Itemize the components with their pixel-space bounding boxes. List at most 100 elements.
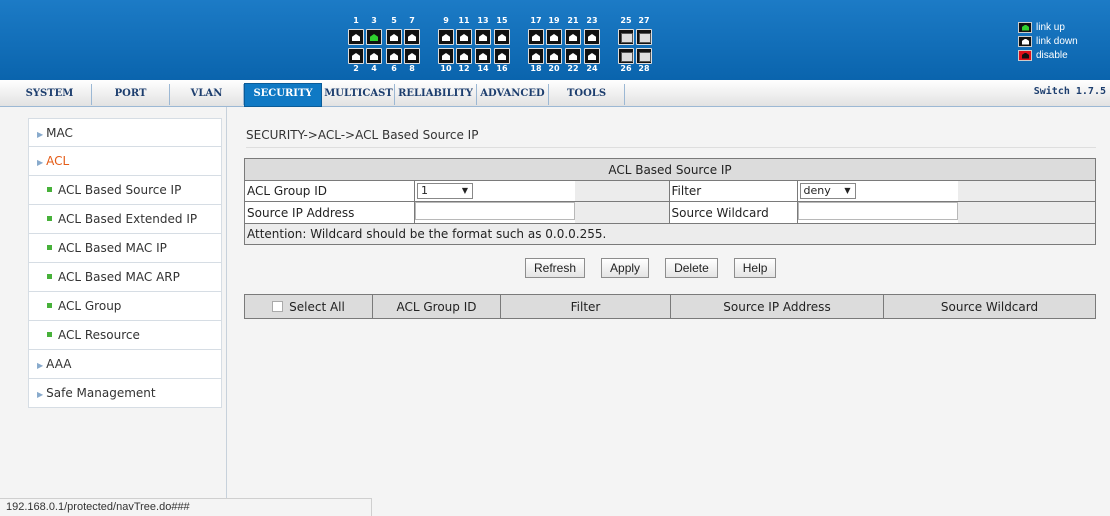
port-number-label: 19 [548,16,560,25]
disable-icon [1018,49,1032,61]
apply-button[interactable]: Apply [601,258,650,278]
port-18-icon[interactable] [528,48,544,64]
source-wildcard-input[interactable] [797,202,958,220]
port-1-icon[interactable] [348,29,364,45]
filler-cell [957,201,1096,224]
port-11-icon[interactable] [456,29,472,45]
port-8-icon[interactable] [404,48,420,64]
port-16-icon[interactable] [494,48,510,64]
port-4-icon[interactable] [366,48,382,64]
port-number-label: 13 [477,16,489,25]
port-13-icon[interactable] [475,29,491,45]
port-22-icon[interactable] [565,48,581,64]
port-number-label: 25 [620,16,632,25]
port-20-icon[interactable] [546,48,562,64]
tab-multicast[interactable]: MULTICAST [323,84,395,105]
bullet-icon [47,187,52,192]
top-nav: SYSTEM PORT VLAN SECURITY MULTICAST RELI… [0,80,1110,107]
chevron-right-icon: ▶ [37,158,44,167]
legend-disable: disable [1018,48,1078,62]
sidebar-item-label: AAA [46,357,72,371]
port-10-icon[interactable] [438,48,454,64]
select-all-checkbox[interactable] [272,300,284,312]
filter-select[interactable]: deny ▼ [799,183,856,199]
port-6-icon[interactable] [386,48,402,64]
tab-advanced[interactable]: ADVANCED [477,84,549,105]
help-button[interactable]: Help [733,258,777,278]
column-header: ACL Group ID [372,294,501,319]
sidebar-item-acl-based-extended-ip[interactable]: ACL Based Extended IP [28,205,222,234]
header-banner: 1 3 5 7 9 11 13 15 17 19 21 23 25 27 2 4 6 8 10 12 14 16 18 20 2… [0,0,1110,80]
table-header-row: Select All ACL Group ID Filter Source IP… [244,294,1096,319]
port-15-icon[interactable] [494,29,510,45]
port-9-icon[interactable] [438,29,454,45]
port-19-icon[interactable] [546,29,562,45]
sidebar-item-label: ACL Resource [58,328,140,342]
source-wildcard-label: Source Wildcard [668,201,798,224]
chevron-right-icon: ▶ [37,390,44,399]
sidebar-item-acl-based-mac-ip[interactable]: ACL Based MAC IP [28,234,222,263]
sidebar-item-acl-group[interactable]: ACL Group [28,292,222,321]
tab-security[interactable]: SECURITY [244,83,322,107]
link-down-icon [1018,35,1032,47]
form-title: ACL Based Source IP [244,158,1096,181]
legend-link-down: link down [1018,34,1078,48]
link-up-icon [1018,21,1032,33]
port-number-label: 15 [496,16,508,25]
acl-list-table: Select All ACL Group ID Filter Source IP… [244,294,1096,319]
port-3-icon[interactable] [366,29,382,45]
port-number-label: 9 [443,16,449,25]
legend-link-up: link up [1018,20,1078,34]
port-number-label: 10 [440,64,452,73]
port-2-icon[interactable] [348,48,364,64]
sidebar-item-label: ACL Based Extended IP [58,212,198,226]
sidebar-item-label: ACL Based Source IP [58,183,182,197]
acl-group-id-select[interactable]: 1 ▼ [417,183,473,199]
sidebar-item-acl-based-source-ip[interactable]: ACL Based Source IP [28,176,222,205]
tab-tools[interactable]: TOOLS [549,84,625,105]
port-27-icon[interactable] [636,29,652,45]
port-legend: link up link down disable [1018,20,1078,62]
tab-reliability[interactable]: RELIABILITY [395,84,477,105]
port-number-label: 27 [638,16,650,25]
port-26-icon[interactable] [618,48,634,64]
sidebar-item-safe-management[interactable]: ▶ Safe Management [28,379,222,408]
port-23-icon[interactable] [584,29,600,45]
delete-button[interactable]: Delete [665,258,718,278]
chevron-right-icon: ▶ [37,130,44,139]
port-7-icon[interactable] [404,29,420,45]
sidebar-item-mac[interactable]: ▶ MAC [28,118,222,147]
bullet-icon [47,332,52,337]
port-25-icon[interactable] [618,29,634,45]
filter-value: deny [803,184,831,197]
tab-vlan[interactable]: VLAN [170,84,244,105]
source-ip-input[interactable] [415,202,575,220]
port-24-icon[interactable] [584,48,600,64]
chevron-right-icon: ▶ [37,361,44,370]
chevron-down-icon: ▼ [461,186,468,195]
port-17-icon[interactable] [528,29,544,45]
port-12-icon[interactable] [456,48,472,64]
sidebar-item-acl[interactable]: ▶ ACL [28,147,222,176]
sidebar-item-acl-resource[interactable]: ACL Resource [28,321,222,350]
tab-system[interactable]: SYSTEM [8,84,92,105]
port-number-label: 17 [530,16,542,25]
port-number-label: 1 [353,16,359,25]
bullet-icon [47,274,52,279]
select-all-header[interactable]: Select All [244,294,373,319]
breadcrumb-divider [246,147,1096,148]
port-21-icon[interactable] [565,29,581,45]
source-ip-cell [414,201,575,224]
sidebar-item-aaa[interactable]: ▶ AAA [28,350,222,379]
port-28-icon[interactable] [636,48,652,64]
port-14-icon[interactable] [475,48,491,64]
port-number-label: 2 [353,64,359,73]
tab-port[interactable]: PORT [92,84,170,105]
port-5-icon[interactable] [386,29,402,45]
sidebar-item-acl-based-mac-arp[interactable]: ACL Based MAC ARP [28,263,222,292]
port-number-label: 23 [586,16,598,25]
status-bar-url: 192.168.0.1/protected/navTree.do### [0,498,372,516]
refresh-button[interactable]: Refresh [525,258,586,278]
source-ip-label: Source IP Address [244,201,415,224]
filter-cell: deny ▼ [796,180,958,202]
